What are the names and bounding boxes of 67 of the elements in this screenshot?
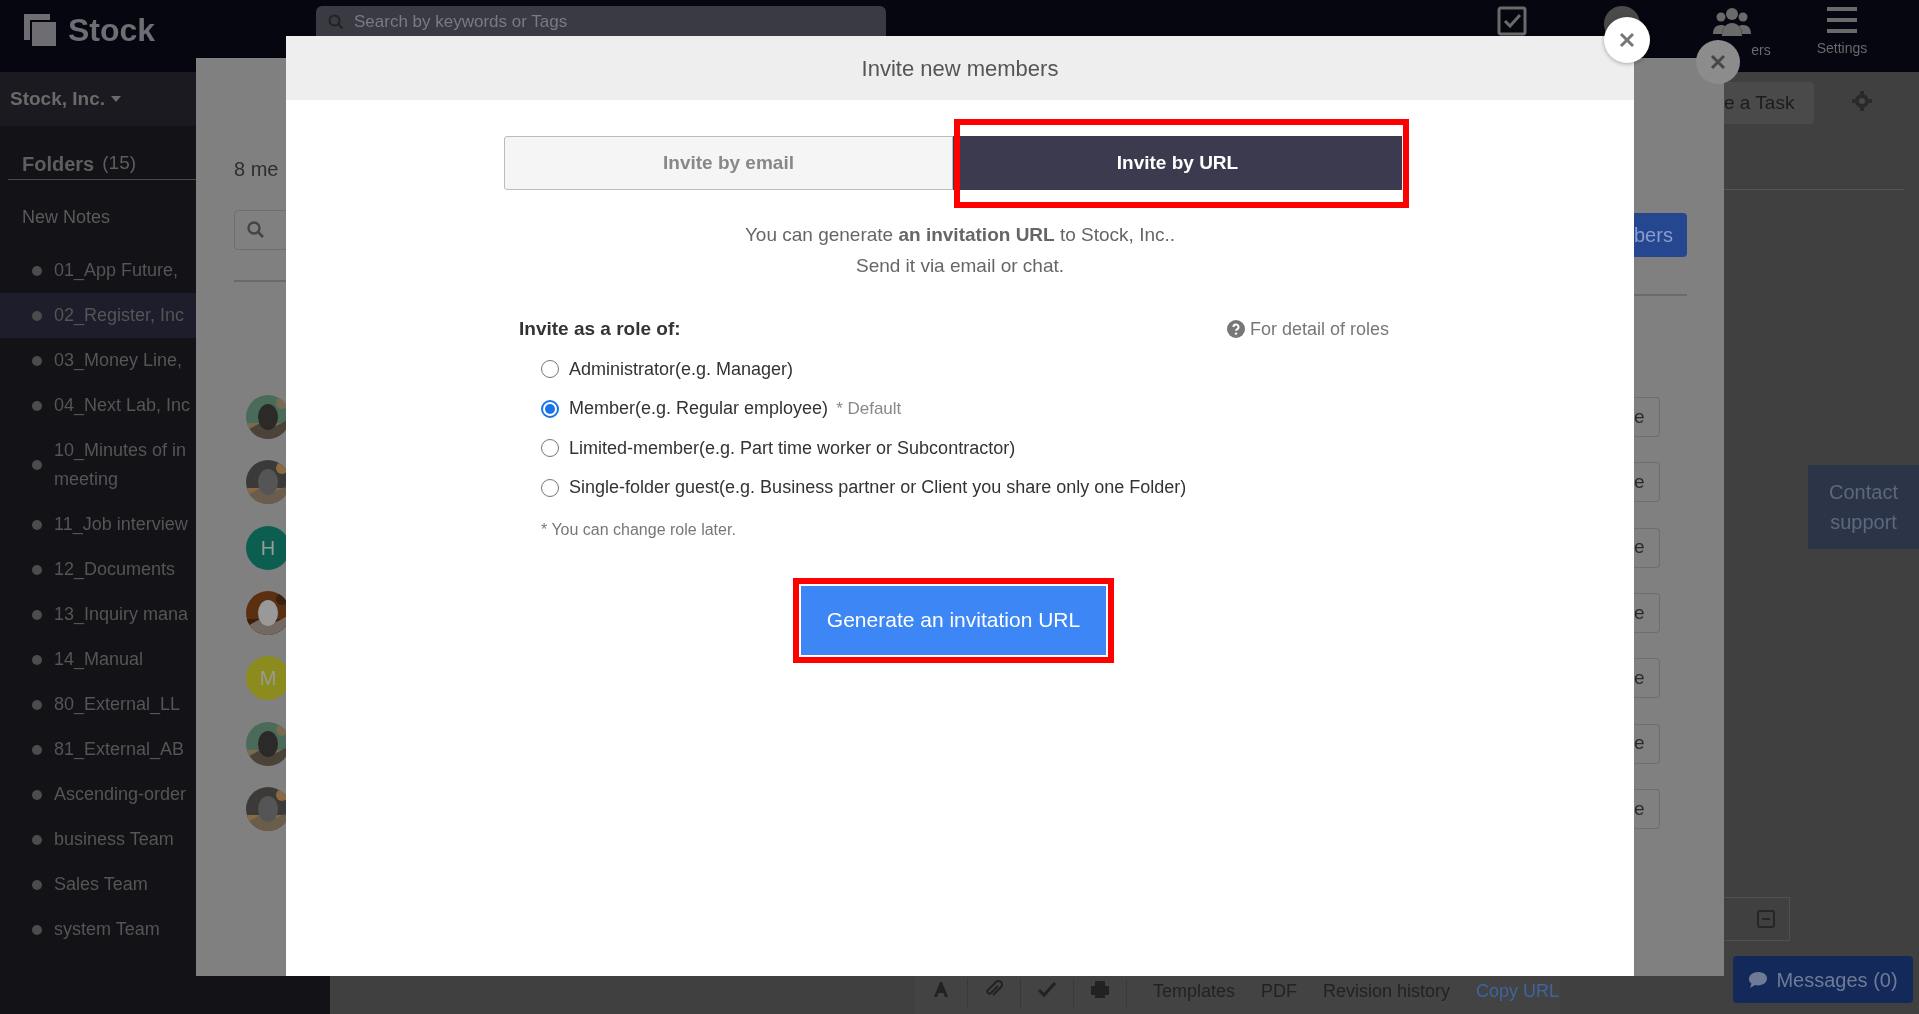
tab[interactable]: Invite by email — [504, 136, 953, 190]
folder-item[interactable]: 03_Money Line, — [0, 338, 330, 383]
default-note: * Default — [836, 398, 902, 420]
check-icon[interactable] — [1037, 980, 1057, 999]
bullet-icon — [32, 460, 42, 470]
search-icon — [247, 221, 265, 239]
radio-label: Administrator(e.g. Manager) — [569, 357, 794, 381]
bullet-icon — [32, 564, 42, 575]
dialog-title: Invite new members — [861, 54, 1059, 83]
close-icon — [1710, 54, 1726, 70]
folder-item[interactable]: Sales Team — [0, 862, 330, 907]
section-title: Folders — [22, 151, 95, 177]
search-field[interactable]: Search by keywords or Tags — [316, 6, 886, 36]
roles-help-link[interactable]: For detail of roles — [1226, 315, 1389, 343]
help-icon — [1226, 320, 1245, 339]
toolbar-link[interactable]: Copy URL — [1476, 978, 1560, 1005]
folder-item[interactable]: 04_Next Lab, Inc — [0, 383, 330, 428]
search-icon — [328, 14, 344, 30]
folder-item[interactable]: system Team — [0, 907, 330, 952]
bullet-icon — [32, 834, 42, 845]
new-notes-link[interactable]: New Notes — [22, 203, 111, 231]
radio-button[interactable] — [541, 478, 559, 497]
bullet-icon — [32, 879, 42, 890]
radio-label: Single-folder guest(e.g. Business partner or Client you share only one Folder) — [569, 476, 1187, 500]
bullet-icon — [32, 400, 42, 411]
tab[interactable]: Invite by URL — [953, 136, 1402, 190]
bullet-icon — [32, 609, 42, 620]
folder-item[interactable]: 10_Minutes of in meeting — [0, 428, 330, 502]
bullet-icon — [32, 265, 42, 276]
bullet-icon — [32, 744, 42, 755]
bullet-icon — [32, 654, 42, 665]
bullet-icon — [32, 355, 42, 366]
nav-label[interactable]: Settings — [1816, 38, 1868, 59]
folder-item[interactable]: business Team — [0, 817, 330, 862]
chat-bubble-icon — [1748, 970, 1769, 989]
radio-button[interactable] — [541, 360, 559, 379]
radio-button[interactable] — [541, 399, 559, 418]
folder-item[interactable]: Ascending-order — [0, 772, 330, 817]
bullet-icon — [32, 310, 42, 321]
menu-icon[interactable] — [1827, 6, 1857, 34]
logo: Stock — [68, 11, 156, 50]
invite-members-button[interactable]: bers — [1634, 213, 1687, 257]
description-text: You can generate an invitation URL to Stock, Inc.. — [744, 224, 1176, 246]
team-switcher[interactable]: Stock, Inc. — [10, 84, 122, 114]
role-label: Invite as a role of: — [519, 317, 681, 341]
logo-icon — [22, 12, 58, 48]
messages-button[interactable]: Messages (0) — [1733, 956, 1913, 1003]
contact-support-button[interactable]: Contact support — [1808, 465, 1919, 549]
people-icon[interactable] — [1713, 6, 1751, 36]
folder-item[interactable]: 81_External_AB — [0, 727, 330, 772]
folder-count: (15) — [102, 151, 137, 176]
caret-icon — [111, 96, 122, 102]
bullet-icon — [32, 924, 42, 935]
close-icon — [1619, 32, 1635, 48]
radio-label: Limited-member(e.g. Part time worker or Subcontractor) — [569, 436, 1016, 460]
member-count: 8 me — [234, 157, 279, 182]
bullet-icon — [32, 519, 42, 530]
folder-item[interactable]: 01_App Future, — [0, 248, 330, 293]
description-text: Send it via email or chat. — [855, 255, 1064, 277]
folder-item[interactable]: 13_Inquiry mana — [0, 592, 330, 637]
radio-button[interactable] — [541, 439, 559, 458]
footnote: * You can change role later. — [541, 519, 737, 540]
bullet-icon — [32, 789, 42, 800]
radio-label: Member(e.g. Regular employee) — [569, 397, 829, 421]
generate-url-button[interactable]: Generate an invitation URL — [801, 585, 1106, 655]
bullet-icon — [32, 699, 42, 710]
checkbox-icon[interactable] — [1497, 6, 1527, 36]
